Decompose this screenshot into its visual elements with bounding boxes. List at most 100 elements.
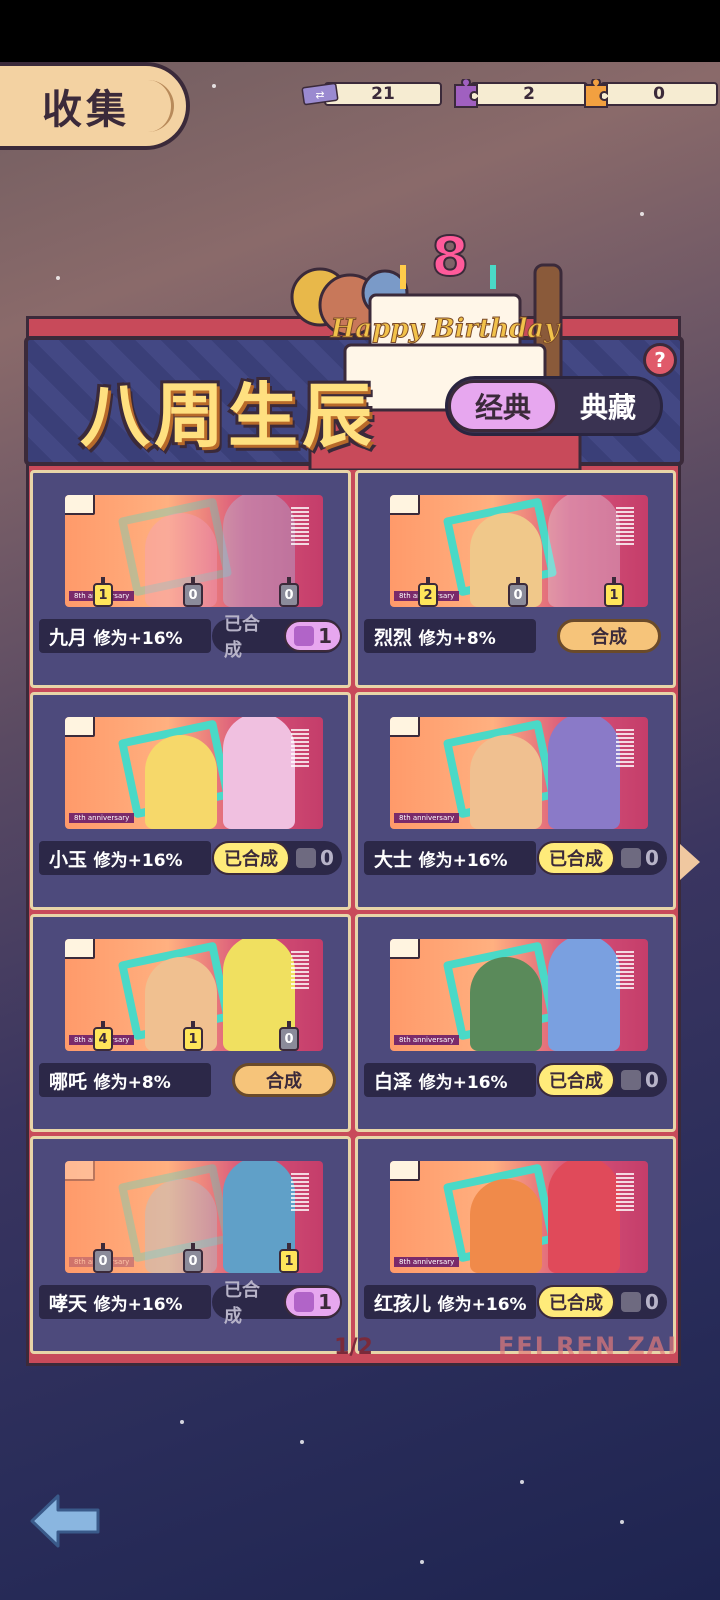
character-stat: 修为+16% [93, 1294, 183, 1315]
currency-tickets: ⇄ 21 [300, 80, 442, 108]
combine-button[interactable]: 合成 [232, 1063, 336, 1097]
watermark: FEI REN ZAI [498, 1332, 679, 1360]
svg-text:Happy Birthday: Happy Birthday [330, 314, 561, 344]
fragment-count: 0 [93, 1243, 113, 1273]
character-stat: 修为+16% [418, 850, 508, 871]
svg-text:⇄: ⇄ [315, 89, 324, 102]
cake-icon [65, 1161, 95, 1181]
mode-collection-tab[interactable]: 典藏 [558, 380, 658, 432]
character-stat: 修为+16% [437, 1294, 527, 1315]
card-art: 8th anniversary [65, 717, 323, 829]
event-title: 八周生辰 [80, 375, 376, 457]
extra-fragment-count: 0 [621, 846, 659, 870]
puzzle-icon [621, 1292, 641, 1312]
combined-status[interactable]: 已合成 0 [537, 1063, 667, 1097]
fragment-counts: 2 0 1 [358, 577, 673, 615]
card-nezha[interactable]: 8th anniversary 4 1 0 哪吒 修为+8% 合成 [30, 914, 351, 1132]
puzzle-icon [621, 1070, 641, 1090]
combined-label: 已合成 [537, 1285, 615, 1319]
collect-tab[interactable]: 收集 [0, 62, 190, 150]
character-stat: 修为+16% [93, 628, 183, 649]
character-name-bar: 哪吒 修为+8% [39, 1063, 211, 1097]
extra-fragment-count: 1 [284, 1286, 342, 1318]
cake-icon [390, 495, 420, 515]
card-xiaoyu[interactable]: 8th anniversary 小玉 修为+16% 已合成 0 [30, 692, 351, 910]
card-jiuyue[interactable]: 8th anniversary 1 0 0 九月 修为+16% 已合成 1 [30, 470, 351, 688]
card-xiaotian[interactable]: 8th anniversary 0 0 1 哮天 修为+16% 已合成 1 [30, 1136, 351, 1354]
cake-icon [390, 1161, 420, 1181]
character-name: 哮天 [49, 1292, 88, 1315]
combined-label: 已合成 [224, 1280, 260, 1327]
purple-puzzle-icon [446, 79, 486, 109]
character-name-bar: 九月 修为+16% [39, 619, 211, 653]
card-art: 8th anniversary [390, 717, 648, 829]
fragment-count: 1 [604, 577, 624, 607]
character-name-bar: 白泽 修为+16% [364, 1063, 536, 1097]
fragment-counts: 4 1 0 [33, 1021, 348, 1059]
cake-icon [65, 717, 95, 737]
card-baize[interactable]: 8th anniversary 白泽 修为+16% 已合成 0 [355, 914, 676, 1132]
character-name: 白泽 [374, 1070, 413, 1093]
character-name: 红孩儿 [374, 1292, 432, 1315]
mode-collection-label: 典藏 [579, 391, 636, 424]
card-art: 8th anniversary [390, 1161, 648, 1273]
ticket-icon: ⇄ [300, 79, 340, 109]
combined-status[interactable]: 已合成 1 [212, 1280, 342, 1327]
mode-toggle: 经典 典藏 [445, 376, 663, 436]
fragment-count: 0 [508, 577, 528, 607]
character-name-bar: 红孩儿 修为+16% [364, 1285, 536, 1319]
combine-button[interactable]: 合成 [557, 619, 661, 653]
puzzle-icon [621, 848, 641, 868]
page-number: 1/2 [334, 1334, 373, 1360]
character-name: 小玉 [49, 848, 88, 871]
back-arrow-icon[interactable] [28, 1490, 104, 1552]
currency-orange-puzzle: 0 [576, 79, 718, 109]
combined-status[interactable]: 已合成 1 [212, 614, 342, 661]
extra-fragment-count: 1 [284, 620, 342, 652]
combined-label: 已合成 [537, 1063, 615, 1097]
combined-status[interactable]: 已合成 0 [212, 841, 342, 875]
character-name-bar: 哮天 修为+16% [39, 1285, 211, 1319]
character-name: 烈烈 [374, 626, 413, 649]
fragment-counts: 0 0 1 [33, 1243, 348, 1281]
fragment-count: 1 [279, 1243, 299, 1273]
fragment-count: 0 [183, 577, 203, 607]
character-stat: 修为+16% [93, 850, 183, 871]
anniversary-tag: 8th anniversary [394, 1035, 460, 1045]
anniversary-tag: 8th anniversary [394, 1257, 460, 1267]
character-name-bar: 大士 修为+16% [364, 841, 536, 875]
extra-fragment-count: 0 [621, 1068, 659, 1092]
card-honghaier[interactable]: 8th anniversary 红孩儿 修为+16% 已合成 0 [355, 1136, 676, 1354]
combined-status[interactable]: 已合成 0 [537, 1285, 667, 1319]
extra-fragment-count: 0 [621, 1290, 659, 1314]
help-button[interactable]: ? [643, 343, 677, 377]
anniversary-tag: 8th anniversary [394, 813, 460, 823]
next-page-arrow-icon[interactable] [680, 844, 700, 880]
cake-icon [390, 939, 420, 959]
fragment-count: 0 [183, 1243, 203, 1273]
cake-icon [65, 939, 95, 959]
puzzle-icon [294, 1292, 315, 1312]
cake-icon [65, 495, 95, 515]
character-name-bar: 小玉 修为+16% [39, 841, 211, 875]
card-dashi[interactable]: 8th anniversary 大士 修为+16% 已合成 0 [355, 692, 676, 910]
combined-label: 已合成 [537, 841, 615, 875]
fragment-count: 2 [418, 577, 438, 607]
character-name: 哪吒 [49, 1070, 88, 1093]
card-lielie[interactable]: 8th anniversary 2 0 1 烈烈 修为+8% 合成 [355, 470, 676, 688]
status-bar [0, 0, 720, 62]
anniversary-tag: 8th anniversary [69, 813, 135, 823]
fragment-counts: 1 0 0 [33, 577, 348, 615]
page-title: 收集 [42, 87, 130, 133]
puzzle-icon [294, 626, 315, 646]
combined-status[interactable]: 已合成 0 [537, 841, 667, 875]
orange-puzzle-icon [576, 79, 616, 109]
puzzle-icon [296, 848, 316, 868]
character-name-bar: 烈烈 修为+8% [364, 619, 536, 653]
extra-fragment-count: 0 [296, 846, 334, 870]
fragment-count: 0 [279, 1021, 299, 1051]
fragment-count: 0 [279, 577, 299, 607]
character-stat: 修为+8% [418, 628, 496, 649]
combined-label: 已合成 [212, 841, 290, 875]
mode-classic-tab[interactable]: 经典 [448, 380, 558, 432]
